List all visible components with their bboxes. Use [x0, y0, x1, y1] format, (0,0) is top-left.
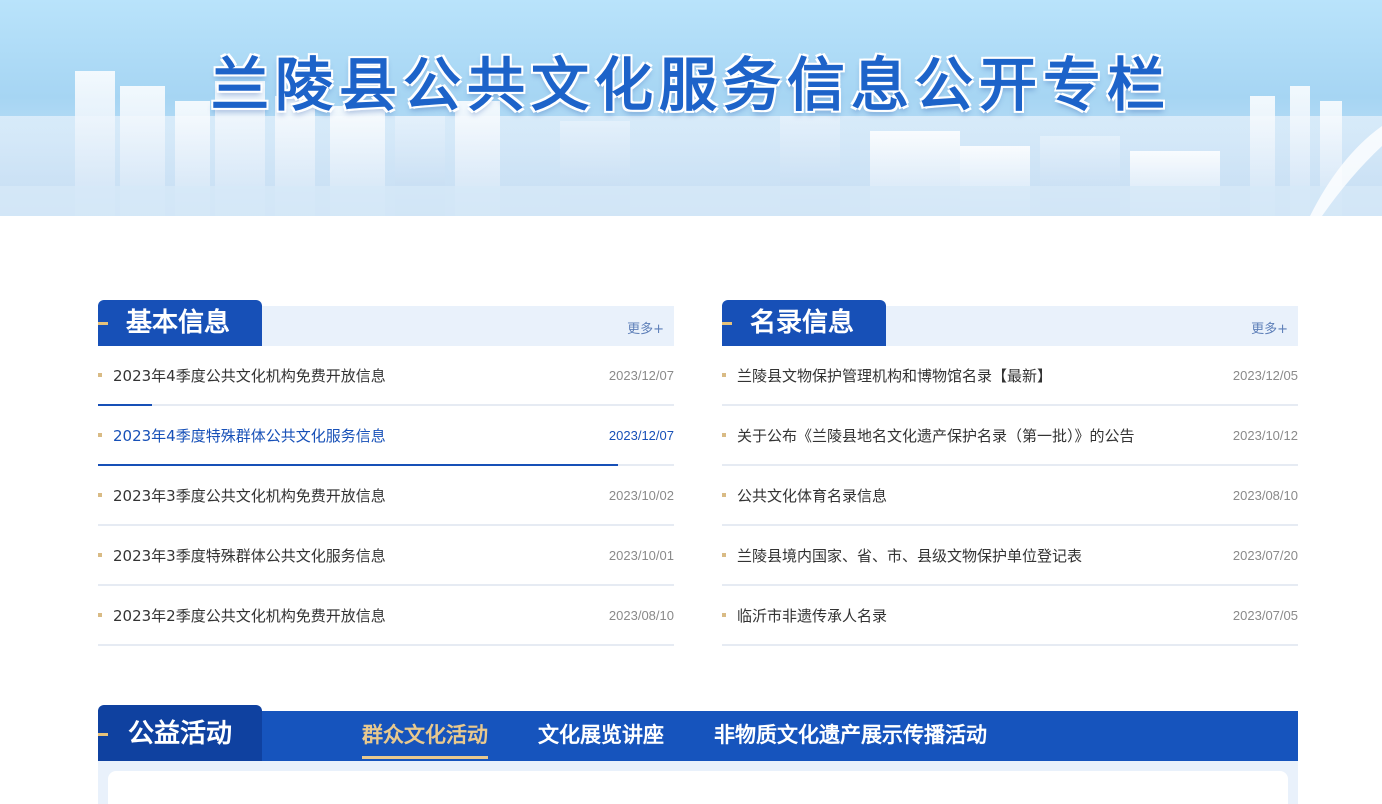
directory-info-panel: 名录信息 更多+ 兰陵县文物保护管理机构和博物馆名录【最新】 2023/12/0… [722, 300, 1298, 646]
bullet-icon [98, 553, 102, 557]
list-item[interactable]: 2023年3季度公共文化机构免费开放信息 2023/10/02 [98, 466, 674, 526]
tab-exhibitions-lectures[interactable]: 文化展览讲座 [538, 711, 664, 761]
item-date: 2023/07/20 [1232, 547, 1298, 563]
activities-subtabs: 群众文化活动 文化展览讲座 非物质文化遗产展示传播活动 [362, 711, 1037, 761]
activities-title: 公益活动 [98, 705, 262, 761]
panel-header: 基本信息 更多+ [98, 300, 674, 346]
item-title[interactable]: 2023年3季度特殊群体公共文化服务信息 [113, 545, 609, 566]
item-date: 2023/10/12 [1232, 427, 1298, 443]
panel-title: 基本信息 [98, 300, 262, 346]
item-date: 2023/10/01 [608, 547, 674, 563]
more-link[interactable]: 更多+ [627, 318, 664, 337]
banner-title: 兰陵县公共文化服务信息公开专栏 [210, 51, 1171, 119]
item-title[interactable]: 2023年2季度公共文化机构免费开放信息 [113, 605, 609, 626]
bullet-icon [722, 433, 726, 437]
list-item[interactable]: 兰陵县境内国家、省、市、县级文物保护单位登记表 2023/07/20 [722, 526, 1298, 586]
activities-content [108, 771, 1288, 804]
item-title[interactable]: 兰陵县境内国家、省、市、县级文物保护单位登记表 [737, 545, 1233, 566]
item-date: 2023/12/07 [608, 367, 674, 383]
item-date: 2023/08/10 [1232, 487, 1298, 503]
item-title[interactable]: 临沂市非遗传承人名录 [737, 605, 1233, 626]
item-date: 2023/12/07 [608, 427, 674, 443]
bullet-icon [98, 493, 102, 497]
news-list: 2023年4季度公共文化机构免费开放信息 2023/12/07 2023年4季度… [98, 346, 674, 646]
item-title[interactable]: 2023年4季度公共文化机构免费开放信息 [113, 365, 609, 386]
panel-title: 名录信息 [722, 300, 886, 346]
list-item[interactable]: 关于公布《兰陵县地名文化遗产保护名录（第一批）》的公告 2023/10/12 [722, 406, 1298, 466]
basic-info-panel: 基本信息 更多+ 2023年4季度公共文化机构免费开放信息 2023/12/07… [98, 300, 674, 646]
bullet-icon [722, 553, 726, 557]
item-title[interactable]: 2023年4季度特殊群体公共文化服务信息 [113, 425, 609, 446]
tab-intangible-heritage[interactable]: 非物质文化遗产展示传播活动 [714, 711, 987, 761]
list-item[interactable]: 临沂市非遗传承人名录 2023/07/05 [722, 586, 1298, 646]
more-link[interactable]: 更多+ [1251, 318, 1288, 337]
list-item[interactable]: 2023年4季度公共文化机构免费开放信息 2023/12/07 [98, 346, 674, 406]
bullet-icon [98, 613, 102, 617]
list-item[interactable]: 公共文化体育名录信息 2023/08/10 [722, 466, 1298, 526]
item-date: 2023/10/02 [608, 487, 674, 503]
list-item[interactable]: 兰陵县文物保护管理机构和博物馆名录【最新】 2023/12/05 [722, 346, 1298, 406]
bullet-icon [722, 493, 726, 497]
header-banner: 兰陵县公共文化服务信息公开专栏 [0, 0, 1382, 216]
list-item[interactable]: 2023年4季度特殊群体公共文化服务信息 2023/12/07 [98, 406, 674, 466]
bullet-icon [98, 373, 102, 377]
item-title[interactable]: 兰陵县文物保护管理机构和博物馆名录【最新】 [737, 365, 1233, 386]
item-date: 2023/07/05 [1232, 607, 1298, 623]
item-title[interactable]: 公共文化体育名录信息 [737, 485, 1233, 506]
bullet-icon [98, 433, 102, 437]
tab-mass-culture[interactable]: 群众文化活动 [362, 711, 488, 761]
item-date: 2023/12/05 [1232, 367, 1298, 383]
panel-header: 名录信息 更多+ [722, 300, 1298, 346]
activities-section: 公益活动 群众文化活动 文化展览讲座 非物质文化遗产展示传播活动 [98, 705, 1298, 804]
list-item[interactable]: 2023年3季度特殊群体公共文化服务信息 2023/10/01 [98, 526, 674, 586]
item-title[interactable]: 2023年3季度公共文化机构免费开放信息 [113, 485, 609, 506]
bullet-icon [722, 373, 726, 377]
news-list: 兰陵县文物保护管理机构和博物馆名录【最新】 2023/12/05 关于公布《兰陵… [722, 346, 1298, 646]
item-date: 2023/08/10 [608, 607, 674, 623]
item-title[interactable]: 关于公布《兰陵县地名文化遗产保护名录（第一批）》的公告 [737, 425, 1233, 446]
list-item[interactable]: 2023年2季度公共文化机构免费开放信息 2023/08/10 [98, 586, 674, 646]
bullet-icon [722, 613, 726, 617]
